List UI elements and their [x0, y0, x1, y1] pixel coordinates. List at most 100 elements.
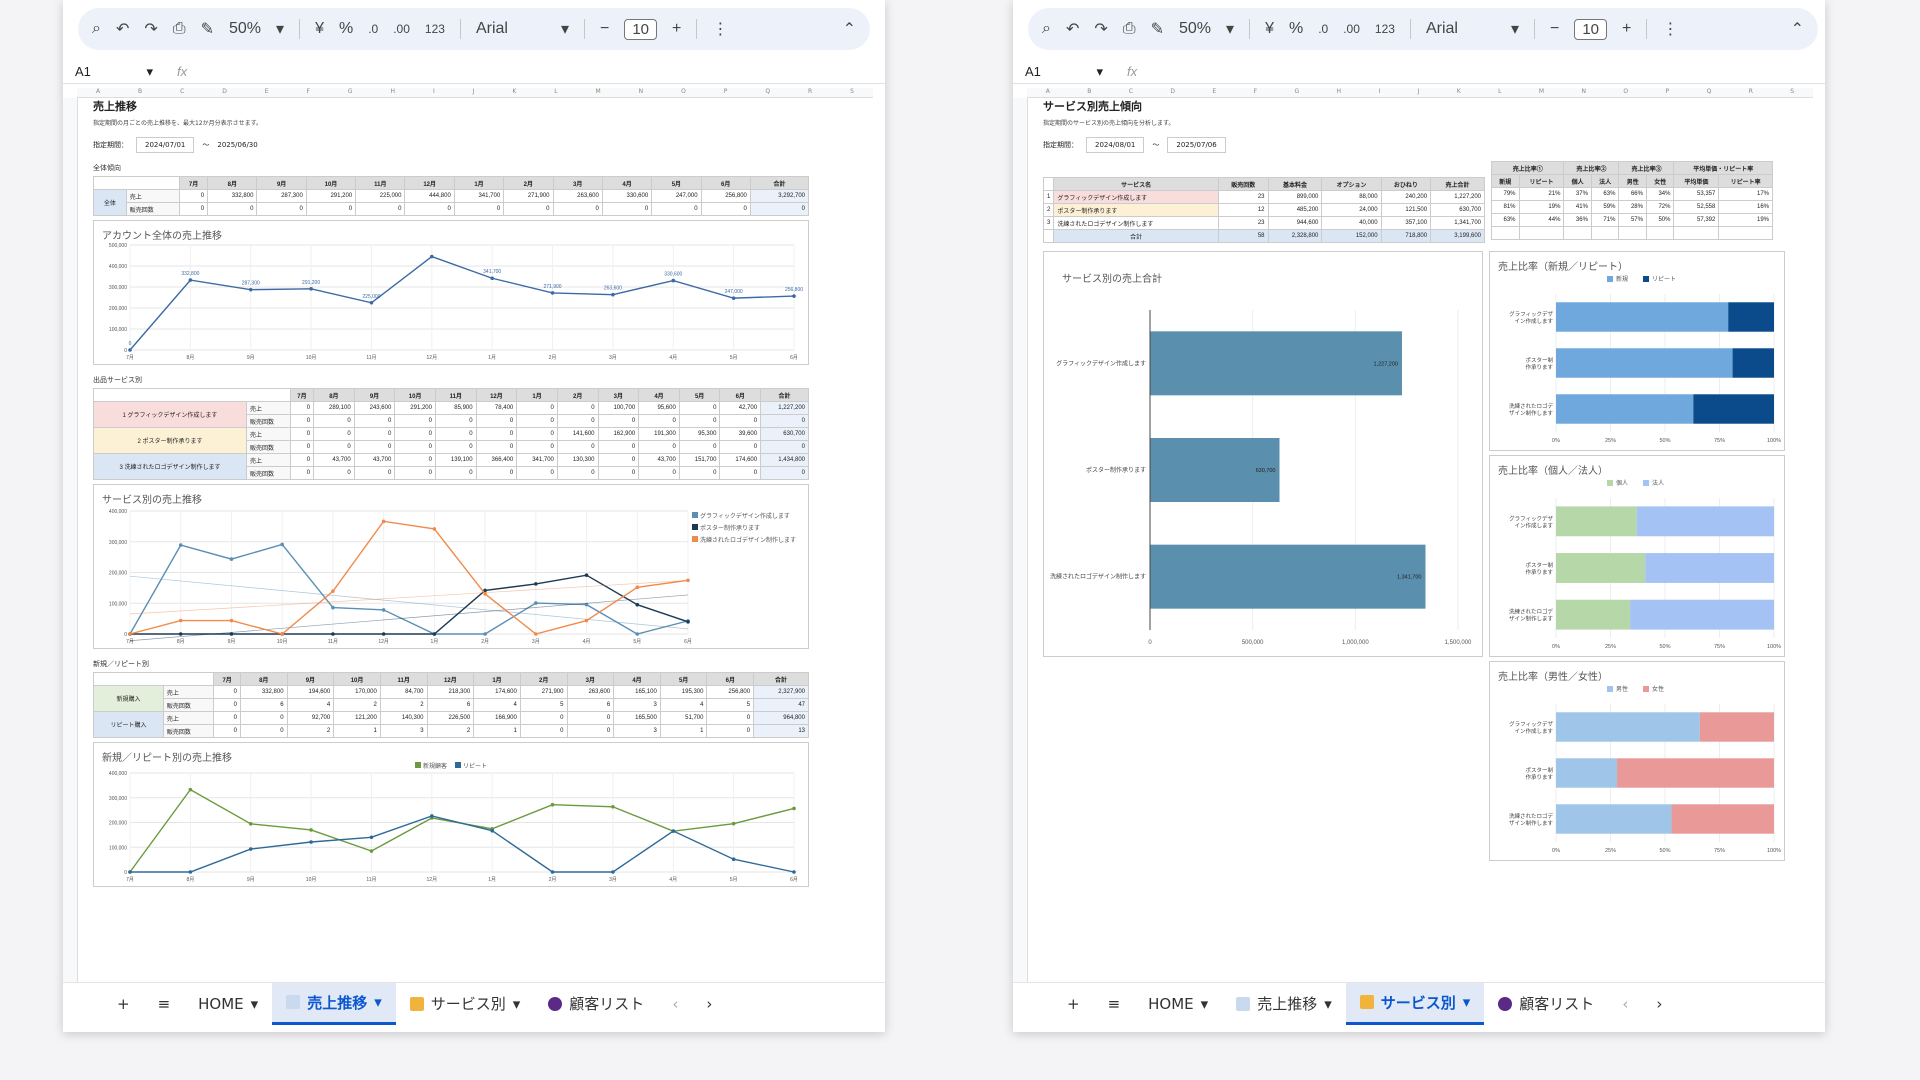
paint-format-icon[interactable]: ✎ — [1151, 19, 1164, 39]
row-number[interactable]: 3 — [1042, 216, 1055, 230]
month-header[interactable]: 10月 — [305, 176, 357, 190]
value-cell[interactable]: 240,200 — [1380, 190, 1432, 204]
month-header[interactable]: 1月 — [516, 388, 558, 402]
column-letter[interactable]: R — [808, 88, 812, 97]
chevron-down-icon[interactable]: ▾ — [561, 19, 569, 39]
sales-cell[interactable]: 165,500 — [613, 711, 661, 725]
count-cell[interactable]: 2 — [379, 698, 428, 712]
count-cell[interactable]: 5 — [706, 698, 755, 712]
value-cell[interactable]: 121,500 — [1380, 203, 1432, 217]
ratio-cell[interactable]: 66% — [1618, 187, 1647, 201]
chart-ratio-personal-corporate[interactable]: 売上比率（個人／法人） 個人 法人 0% 25% 50% 75% 100% グラフィックデザイ… — [1489, 455, 1785, 657]
count-cell[interactable]: 0 — [638, 414, 680, 428]
sales-cell[interactable]: 141,600 — [556, 427, 599, 441]
ratio-cell[interactable]: 28% — [1618, 200, 1647, 214]
month-header[interactable]: 3月 — [552, 176, 603, 190]
ratio-column-header[interactable]: 女性 — [1645, 174, 1675, 188]
column-header[interactable]: サービス名 — [1053, 177, 1219, 191]
tab-scroll-right-button[interactable]: › — [1642, 986, 1676, 1022]
sales-cell[interactable]: 247,000 — [651, 189, 702, 203]
count-cell[interactable]: 0 — [434, 440, 477, 454]
zoom-select[interactable]: 50% — [229, 20, 261, 38]
sales-cell[interactable]: 332,800 — [207, 189, 258, 203]
month-header[interactable]: 4月 — [613, 672, 661, 686]
month-header[interactable]: 合計 — [753, 672, 809, 686]
chart-overall-sales[interactable]: アカウント全体の売上推移 0 100,000 200,000 300,000 400,0… — [93, 220, 809, 365]
count-cell[interactable]: 0 — [404, 202, 455, 216]
month-header[interactable]: 1月 — [453, 176, 505, 190]
value-cell[interactable]: 40,000 — [1321, 216, 1382, 230]
service-name[interactable]: ポスター制作承ります — [1053, 203, 1219, 217]
value-cell[interactable]: 944,600 — [1267, 216, 1323, 230]
collapse-icon[interactable]: ⌃ — [843, 19, 856, 39]
sales-cell[interactable]: 964,800 — [753, 711, 809, 725]
sales-cell[interactable]: 330,600 — [601, 189, 653, 203]
font-select[interactable]: Arial — [1426, 20, 1496, 38]
ratio-cell[interactable]: 50% — [1645, 213, 1675, 227]
month-header[interactable]: 5月 — [659, 672, 708, 686]
month-header[interactable]: 11月 — [434, 388, 477, 402]
column-letter[interactable]: P — [1666, 88, 1670, 97]
row-number[interactable]: 1 — [1042, 190, 1055, 204]
row-label[interactable]: 売上 — [245, 401, 291, 415]
tab-by-service[interactable]: サービス別 ▾ — [1345, 982, 1485, 1025]
count-cell[interactable]: 0 — [453, 202, 505, 216]
count-cell[interactable]: 13 — [753, 724, 809, 738]
sales-cell[interactable]: 92,700 — [286, 711, 335, 725]
column-letter[interactable]: N — [1582, 88, 1587, 97]
tab-home[interactable]: HOME ▾ — [1134, 986, 1222, 1022]
count-cell[interactable]: 0 — [355, 202, 406, 216]
decrease-decimal-button[interactable]: .0 — [368, 22, 378, 36]
column-letter[interactable]: N — [639, 88, 644, 97]
search-icon[interactable]: ⌕ — [1042, 20, 1051, 38]
font-size-decrease-button[interactable]: − — [1550, 20, 1559, 38]
sales-cell[interactable]: 191,300 — [638, 427, 680, 441]
sales-cell[interactable]: 139,100 — [434, 453, 477, 467]
count-cell[interactable]: 1 — [333, 724, 381, 738]
ratio-cell[interactable]: 34% — [1645, 187, 1675, 201]
period-from-input[interactable]: 2024/07/01 — [136, 137, 195, 153]
count-cell[interactable]: 0 — [719, 466, 762, 480]
ratio-cell[interactable]: 81% — [1491, 200, 1520, 214]
month-header[interactable]: 合計 — [749, 176, 810, 190]
value-cell[interactable]: 88,000 — [1321, 190, 1382, 204]
sales-cell[interactable]: 0 — [519, 711, 568, 725]
row-label[interactable]: 販売回数 — [162, 698, 215, 712]
column-letter[interactable]: K — [1457, 88, 1461, 97]
column-header[interactable]: 基本料金 — [1267, 177, 1323, 191]
sales-cell[interactable]: 84,700 — [379, 685, 428, 699]
tab-scroll-left-button[interactable]: ‹ — [658, 986, 692, 1022]
column-letter[interactable]: A — [1046, 88, 1050, 97]
sales-cell[interactable]: 130,300 — [556, 453, 599, 467]
add-sheet-button[interactable]: + — [1053, 986, 1094, 1022]
count-cell[interactable]: 0 — [597, 466, 640, 480]
sales-cell[interactable]: 0 — [556, 401, 599, 415]
sales-cell[interactable]: 0 — [213, 711, 241, 725]
value-cell[interactable]: 630,700 — [1430, 203, 1485, 217]
sales-cell[interactable]: 0 — [394, 453, 436, 467]
month-header[interactable]: 3月 — [566, 672, 615, 686]
chart-service-trend[interactable]: サービス別の売上推移 グラフィックデザイン作成します ポスター制作承ります 洗練され… — [93, 484, 809, 649]
ratio-cell[interactable]: 72% — [1645, 200, 1675, 214]
empty-cell[interactable] — [1618, 226, 1647, 240]
count-cell[interactable]: 0 — [651, 202, 702, 216]
count-cell[interactable]: 0 — [556, 414, 599, 428]
name-box[interactable]: A1 ▾ — [1013, 64, 1113, 80]
sales-cell[interactable]: 1,434,800 — [760, 453, 809, 467]
count-cell[interactable]: 0 — [503, 202, 554, 216]
print-icon[interactable]: ⎙ — [173, 20, 186, 38]
month-header[interactable]: 2月 — [519, 672, 568, 686]
sales-cell[interactable]: 0 — [179, 189, 209, 203]
count-cell[interactable]: 0 — [313, 414, 355, 428]
month-header[interactable]: 10月 — [333, 672, 381, 686]
month-header[interactable]: 12月 — [475, 388, 518, 402]
sales-cell[interactable]: 0 — [516, 401, 558, 415]
period-from-input[interactable]: 2024/08/01 — [1086, 137, 1145, 153]
month-header[interactable]: 7月 — [289, 388, 315, 402]
month-header[interactable]: 6月 — [706, 672, 755, 686]
name-box[interactable]: A1 ▾ — [63, 64, 163, 80]
row-label[interactable]: 販売回数 — [162, 724, 215, 738]
sales-cell[interactable]: 271,900 — [503, 189, 554, 203]
column-letter[interactable]: F — [307, 88, 310, 97]
count-cell[interactable]: 0 — [207, 202, 258, 216]
